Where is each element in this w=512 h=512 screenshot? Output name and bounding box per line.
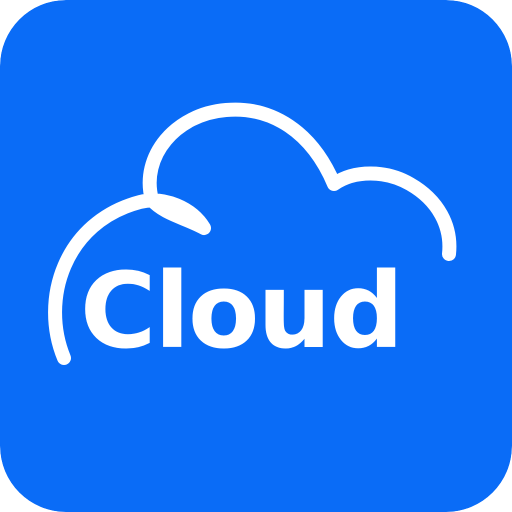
- app-icon[interactable]: Cloud: [0, 0, 512, 512]
- app-name: Cloud: [80, 250, 404, 372]
